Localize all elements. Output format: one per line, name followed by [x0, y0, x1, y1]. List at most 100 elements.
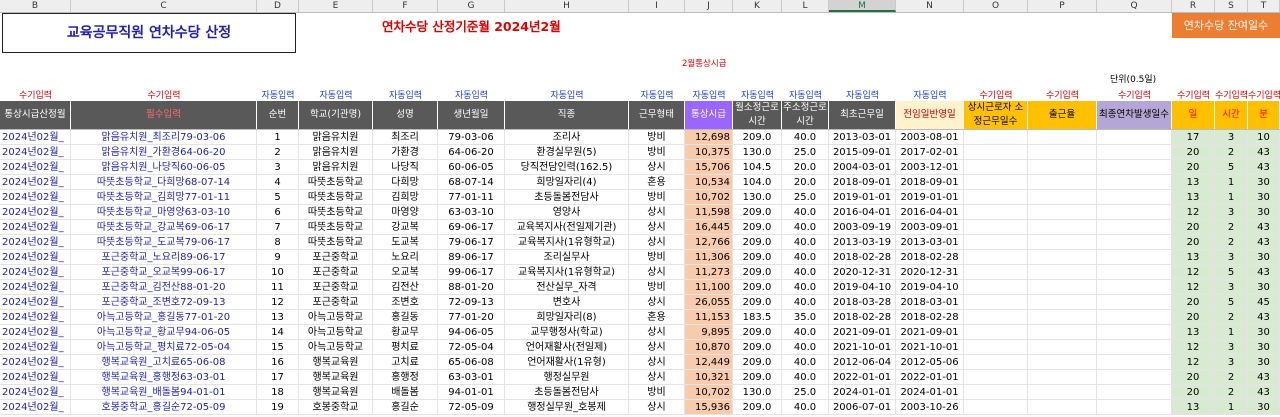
table-cell[interactable]: 15 [257, 340, 299, 355]
table-cell[interactable]: 40.0 [782, 400, 829, 415]
table-cell[interactable]: 14 [257, 325, 299, 340]
table-cell[interactable]: 20 [1172, 310, 1215, 325]
table-cell[interactable]: 2019-01-01 [896, 190, 964, 205]
table-cell[interactable] [964, 175, 1028, 190]
table-cell[interactable] [964, 235, 1028, 250]
table-cell[interactable]: 2018-02-28 [896, 250, 964, 265]
sheet-title-box[interactable]: 교육공무직원 연차수당 산정 [2, 13, 296, 53]
table-cell[interactable]: 77-01-20 [438, 310, 505, 325]
column-letter-k[interactable]: K [733, 0, 782, 12]
table-cell[interactable]: 13 [1172, 175, 1215, 190]
table-cell[interactable] [1028, 160, 1097, 175]
table-cell[interactable]: 10,870 [685, 340, 733, 355]
table-cell[interactable] [1097, 160, 1172, 175]
table-cell[interactable]: 30 [1248, 400, 1280, 415]
table-cell[interactable]: 15,706 [685, 160, 733, 175]
table-cell[interactable]: 72-05-04 [438, 340, 505, 355]
table-cell[interactable]: 25.0 [782, 190, 829, 205]
table-cell[interactable]: 2024-01-01 [829, 385, 896, 400]
table-cell[interactable]: 교육복지사(전일제기관) [505, 220, 629, 235]
table-cell[interactable]: 3 [1215, 130, 1248, 145]
table-cell[interactable]: 홍행정 [373, 370, 438, 385]
table-cell[interactable] [964, 280, 1028, 295]
table-cell[interactable]: 40.0 [782, 355, 829, 370]
table-cell[interactable]: 아늑고등학교_홍길동77-01-20 [71, 310, 257, 325]
table-cell[interactable]: 25.0 [782, 145, 829, 160]
table-cell[interactable]: 40.0 [782, 235, 829, 250]
table-cell[interactable]: 언어재활사(전일제) [505, 340, 629, 355]
table-cell[interactable]: 호봉중학교_홍길순72-05-09 [71, 400, 257, 415]
table-cell[interactable] [964, 265, 1028, 280]
table-cell[interactable]: 3 [1215, 340, 1248, 355]
table-row[interactable]: 2024년02월_ 포근중학교_노요리89-06-17 9 포근중학교 노요리 89-06… [0, 250, 1280, 265]
table-cell[interactable]: 10 [1248, 130, 1280, 145]
table-cell[interactable]: 30 [1248, 280, 1280, 295]
column-letter-e[interactable]: E [299, 0, 373, 12]
table-cell[interactable]: 방비 [629, 385, 685, 400]
table-cell[interactable]: 행복교육원_홍행정63-03-01 [71, 370, 257, 385]
table-cell[interactable]: 상시 [629, 325, 685, 340]
table-cell[interactable]: 209.0 [733, 325, 782, 340]
table-cell[interactable] [1097, 400, 1172, 415]
table-cell[interactable]: 10 [257, 265, 299, 280]
table-cell[interactable]: 포근중학교 [299, 250, 373, 265]
table-cell[interactable]: 43 [1248, 160, 1280, 175]
column-header[interactable]: 근무형태 [629, 101, 685, 129]
table-cell[interactable]: 행복교육원 [299, 370, 373, 385]
table-cell[interactable] [964, 190, 1028, 205]
table-cell[interactable]: 3 [1215, 280, 1248, 295]
table-cell[interactable]: 40.0 [782, 280, 829, 295]
table-cell[interactable]: 2024년02월_ [0, 370, 71, 385]
table-cell[interactable]: 2013-03-01 [896, 235, 964, 250]
table-cell[interactable]: 10,321 [685, 370, 733, 385]
table-cell[interactable] [1097, 190, 1172, 205]
table-cell[interactable]: 19 [257, 400, 299, 415]
table-cell[interactable]: 209.0 [733, 370, 782, 385]
table-cell[interactable]: 2 [1215, 145, 1248, 160]
table-cell[interactable]: 3 [1215, 250, 1248, 265]
table-cell[interactable]: 2003-09-01 [896, 220, 964, 235]
table-cell[interactable]: 2006-07-01 [829, 400, 896, 415]
table-cell[interactable] [1028, 280, 1097, 295]
table-cell[interactable]: 따뜻초등학교 [299, 205, 373, 220]
table-cell[interactable] [1097, 370, 1172, 385]
table-cell[interactable]: 2012-06-04 [829, 355, 896, 370]
column-letter-r[interactable]: R [1172, 0, 1215, 12]
table-cell[interactable] [964, 310, 1028, 325]
table-cell[interactable]: 3 [1215, 355, 1248, 370]
table-cell[interactable]: 2021-09-01 [829, 325, 896, 340]
table-cell[interactable] [1028, 250, 1097, 265]
column-header[interactable]: 상시근로자 소정근무일수 [964, 101, 1028, 129]
column-header[interactable]: 통상시급산정월 [0, 101, 71, 129]
table-cell[interactable]: 17 [1172, 130, 1215, 145]
table-cell[interactable]: 2024년02월_ [0, 145, 71, 160]
table-cell[interactable]: 11,100 [685, 280, 733, 295]
table-cell[interactable] [1097, 295, 1172, 310]
column-header[interactable]: 필수입력 [71, 101, 257, 129]
table-cell[interactable]: 7 [257, 220, 299, 235]
table-cell[interactable]: 2021-10-01 [829, 340, 896, 355]
table-cell[interactable] [1097, 145, 1172, 160]
table-cell[interactable]: 30 [1248, 205, 1280, 220]
table-cell[interactable] [964, 340, 1028, 355]
column-header[interactable]: 월소정근로시간 [733, 101, 782, 129]
table-cell[interactable]: 13 [1172, 325, 1215, 340]
table-cell[interactable]: 아늑고등학교 [299, 340, 373, 355]
table-cell[interactable]: 43 [1248, 385, 1280, 400]
table-cell[interactable]: 평치료 [373, 340, 438, 355]
table-cell[interactable]: 2013-03-01 [829, 130, 896, 145]
table-cell[interactable]: 1 [1215, 325, 1248, 340]
table-cell[interactable]: 18 [257, 385, 299, 400]
table-row[interactable]: 2024년02월_ 포근중학교_김전산88-01-20 11 포근중학교 김전산 88-0… [0, 280, 1280, 295]
table-cell[interactable]: 맑음유치원_나당직60-06-05 [71, 160, 257, 175]
table-cell[interactable]: 12,449 [685, 355, 733, 370]
table-row[interactable]: 2024년02월_ 맑음유치원_최조리79-03-06 1 맑음유치원 최조리 79-03… [0, 130, 1280, 145]
table-cell[interactable]: 혼용 [629, 310, 685, 325]
table-cell[interactable]: 따뜻초등학교 [299, 220, 373, 235]
table-cell[interactable] [1028, 175, 1097, 190]
column-header[interactable]: 전임일반영일 [896, 101, 964, 129]
table-cell[interactable]: 영양사 [505, 205, 629, 220]
table-cell[interactable]: 희망일자리(4) [505, 175, 629, 190]
table-cell[interactable]: 행복교육원_배돌봄94-01-01 [71, 385, 257, 400]
table-cell[interactable]: 4 [257, 175, 299, 190]
